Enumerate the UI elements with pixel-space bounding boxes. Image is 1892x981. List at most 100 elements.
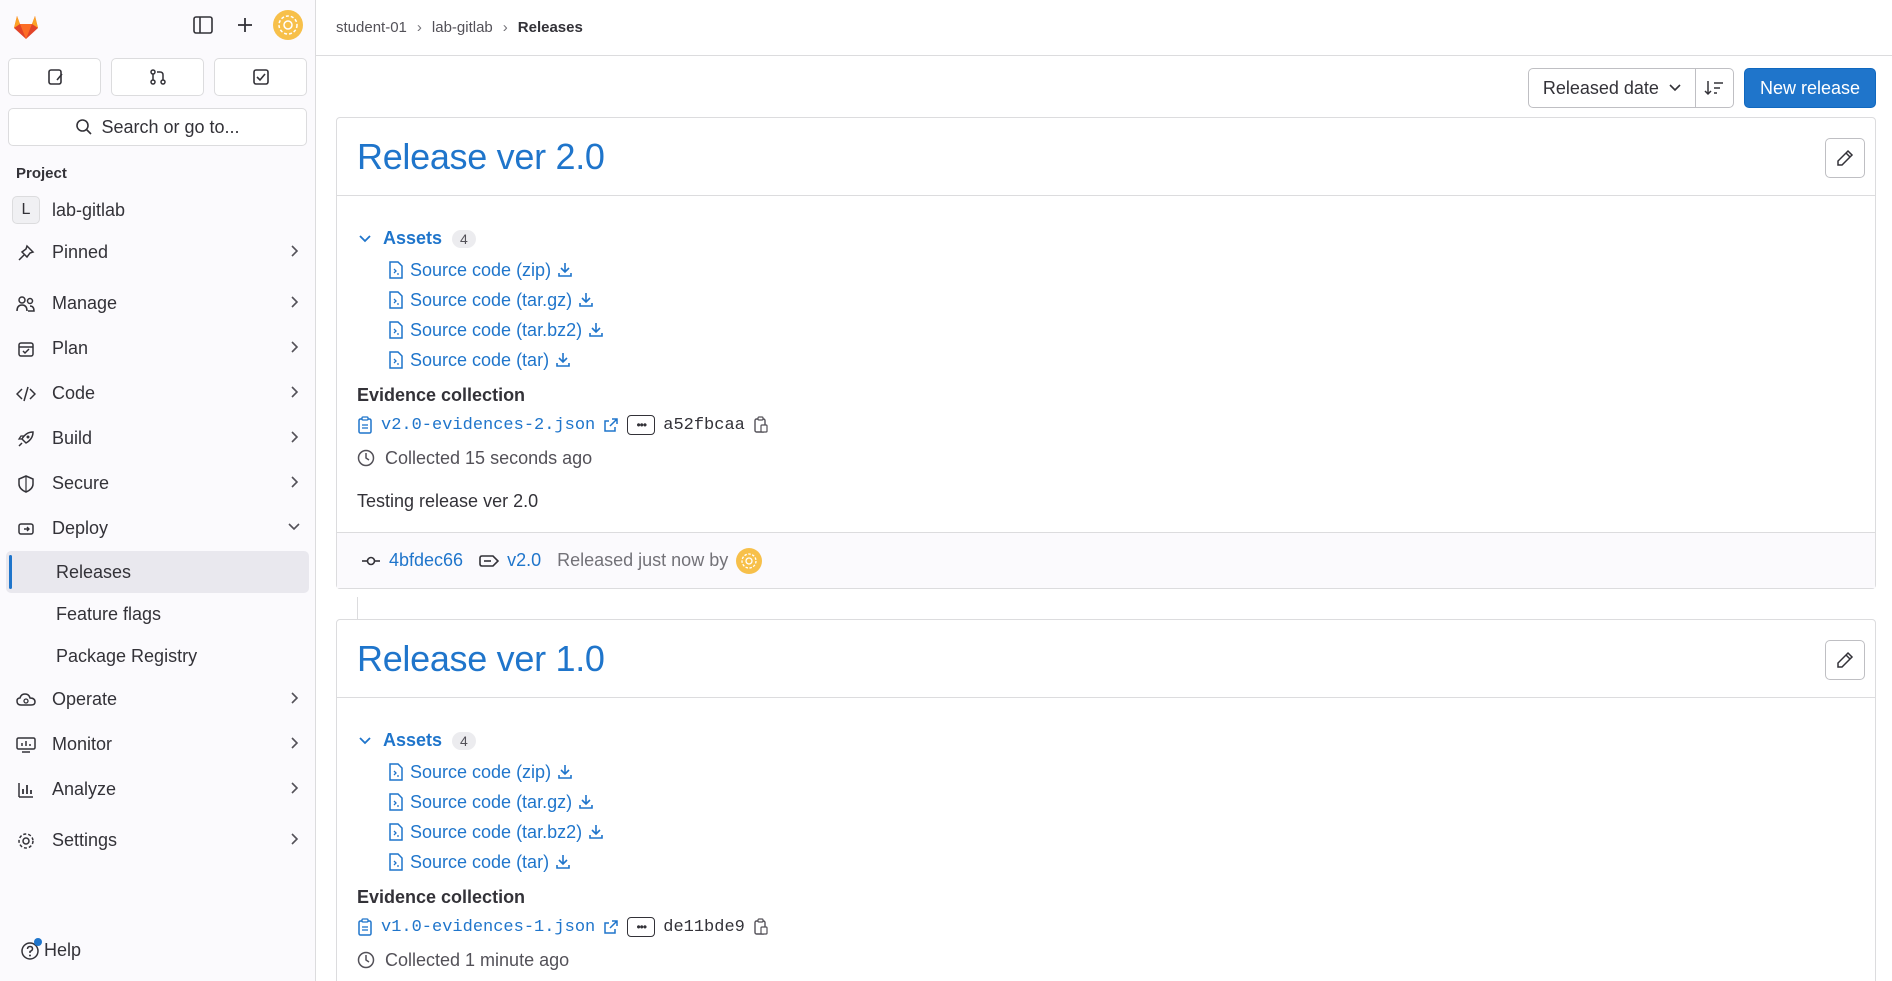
assets-label: Assets [383,730,443,750]
issues-tab-button[interactable] [8,58,101,96]
external-link-icon[interactable] [603,417,619,433]
rocket-icon [14,427,38,451]
release-header: Release ver 1.0 [337,620,1875,698]
tag-icon [479,554,500,567]
evidence-file-link[interactable]: v1.0-evidences-1.json [381,918,595,937]
code-icon [14,382,38,406]
asset-list: Source code (zip) Source code (tar.gz) S… [357,757,1855,877]
tag-link[interactable]: v2.0 [479,550,541,571]
download-icon [556,855,570,869]
nav-label: Pinned [52,242,109,262]
nav-item-build[interactable]: Build [0,416,315,461]
edit-release-button[interactable] [1825,138,1865,178]
breadcrumb-item-project[interactable]: lab-gitlab [432,19,493,36]
doc-code-icon [389,351,403,369]
asset-link[interactable]: Source code (tar) [388,847,1855,877]
nav-item-manage[interactable]: Manage [0,281,315,326]
merge-requests-tab-button[interactable] [111,58,204,96]
nav-item-deploy[interactable]: Deploy [0,506,315,551]
chevron-right-icon [291,737,299,749]
gitlab-logo-icon[interactable] [10,10,42,42]
chevron-right-icon [291,386,299,398]
copy-icon[interactable] [753,918,769,936]
new-release-button[interactable]: New release [1743,68,1876,108]
help-label: Help [44,940,82,960]
sort-dropdown[interactable]: Released date [1527,68,1696,108]
nav-item-monitor[interactable]: Monitor [0,722,315,767]
nav-label: Manage [52,293,118,313]
released-text: Released just now by [557,550,729,570]
asset-label: Source code (tar) [410,851,550,872]
nav-item-operate[interactable]: Operate [0,677,315,722]
search-icon [76,119,93,135]
nav-item-analyze[interactable]: Analyze [0,767,315,812]
plus-icon[interactable] [231,11,259,39]
expand-hash-button[interactable]: ••• [627,415,656,435]
asset-link[interactable]: Source code (tar.bz2) [388,817,1855,847]
project-link[interactable]: L lab-gitlab [0,190,315,230]
nav-item-settings[interactable]: Settings [0,818,315,863]
todo-icon [252,69,269,85]
sidebar-item-feature-flags[interactable]: Feature flags [6,593,309,635]
nav-label: Operate [52,689,118,709]
search-input[interactable]: Search or go to... [8,108,307,146]
release-title[interactable]: Release ver 2.0 [357,136,605,178]
cloud-icon [14,688,38,712]
todos-tab-button[interactable] [214,58,307,96]
asset-link[interactable]: Source code (zip) [388,757,1855,787]
nav-item-code[interactable]: Code [0,371,315,416]
external-link-icon[interactable] [603,919,619,935]
nav-item-plan[interactable]: Plan [0,326,315,371]
expand-hash-button[interactable]: ••• [627,917,656,937]
edit-release-button[interactable] [1825,640,1865,680]
nav-label: Monitor [52,734,113,754]
collected-text: Collected 1 minute ago [385,949,570,970]
breadcrumb-item-namespace[interactable]: student-01 [336,19,407,36]
help-button[interactable]: Help [20,938,82,961]
nav-item-secure[interactable]: Secure [0,461,315,506]
gear-icon [14,829,38,853]
commit-icon [362,556,380,565]
shield-icon [14,472,38,496]
sort-direction-button[interactable] [1695,68,1734,108]
sort-lowest-icon [1704,81,1724,96]
chevron-right-icon [291,431,299,443]
breadcrumb-current[interactable]: Releases [518,19,583,36]
nav-label: Analyze [52,779,117,799]
asset-link[interactable]: Source code (tar.gz) [388,285,1855,315]
user-avatar[interactable] [273,10,303,40]
clipboard-icon [358,918,372,936]
assets-toggle[interactable]: Assets 4 [357,228,1855,249]
asset-label: Source code (zip) [410,761,552,782]
collected-text: Collected 15 seconds ago [385,447,593,468]
chart-icon [14,778,38,802]
sidebar-toggle-icon[interactable] [189,11,217,39]
asset-label: Source code (tar) [410,349,550,370]
evidence-row: v1.0-evidences-1.json ••• de11bde9 [357,910,1855,944]
download-icon [589,825,603,839]
author-avatar[interactable] [736,547,763,574]
nav-item-pinned[interactable]: Pinned [0,230,315,275]
download-icon [558,765,572,779]
release-card: Release ver 1.0 Assets 4 Source code (zi… [336,619,1876,981]
asset-link[interactable]: Source code (tar.gz) [388,787,1855,817]
merge-request-icon [149,69,166,85]
sidebar-item-releases[interactable]: Releases [6,551,309,593]
assets-toggle[interactable]: Assets 4 [357,730,1855,751]
asset-link[interactable]: Source code (zip) [388,255,1855,285]
asset-label: Source code (tar.bz2) [410,821,583,842]
doc-code-icon [389,261,403,279]
evidence-file-link[interactable]: v2.0-evidences-2.json [381,416,595,435]
commit-link[interactable]: 4bfdec66 [361,550,463,571]
clock-icon [357,951,375,969]
asset-label: Source code (tar.gz) [410,289,573,310]
asset-link[interactable]: Source code (tar.bz2) [388,315,1855,345]
collected-row: Collected 1 minute ago [357,944,1855,976]
asset-link[interactable]: Source code (tar) [388,345,1855,375]
copy-icon[interactable] [753,416,769,434]
release-title[interactable]: Release ver 1.0 [357,638,605,680]
download-icon [579,293,593,307]
chevron-down-icon [359,736,371,744]
sidebar-item-package-registry[interactable]: Package Registry [6,635,309,677]
download-icon [556,353,570,367]
